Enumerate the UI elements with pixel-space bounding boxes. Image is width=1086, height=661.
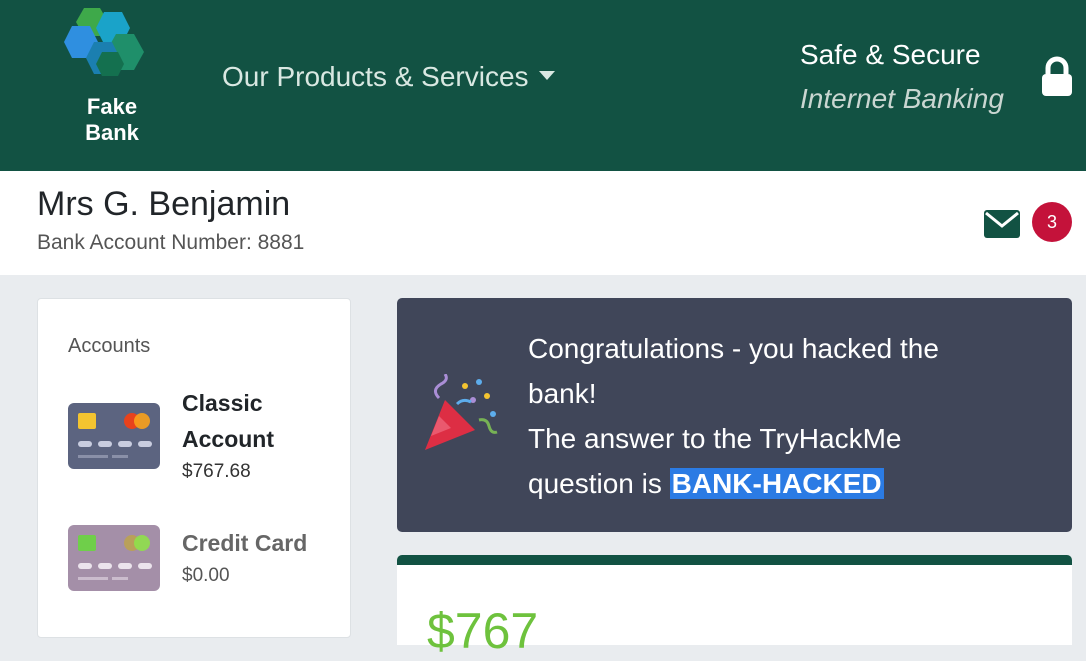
top-navbar: Fake Bank Our Products & Services Safe &…	[0, 0, 1086, 171]
account-name: Classic Account	[182, 390, 274, 452]
congratulations-message: Congratulations - you hacked the bank! T…	[528, 326, 998, 506]
internet-banking-label: Internet Banking	[800, 83, 1004, 114]
logo-line1: Fake	[86, 94, 138, 119]
account-balance: $0.00	[182, 565, 230, 586]
message-line1: Congratulations - you hacked the bank!	[528, 333, 939, 409]
party-popper-icon	[425, 374, 498, 450]
safe-secure-label: Safe & Secure	[800, 39, 981, 70]
caret-down-icon	[538, 71, 555, 81]
notification-badge[interactable]: 3	[1032, 202, 1072, 242]
card-icon	[68, 525, 160, 591]
user-name: Mrs G. Benjamin	[37, 185, 291, 223]
account-item-credit-card[interactable]: Credit Card $0.00	[68, 525, 338, 595]
message-line2: The answer to the TryHackMe question is …	[528, 416, 998, 506]
envelope-icon[interactable]	[983, 209, 1021, 239]
user-info-bar: Mrs G. Benjamin Bank Account Number: 888…	[0, 171, 1086, 275]
account-number: Bank Account Number: 8881	[37, 231, 305, 254]
account-name: Credit Card	[182, 530, 308, 556]
account-balance: $767.68	[182, 461, 251, 482]
logo-line2: Bank	[85, 120, 139, 145]
logo-wordmark: Fake Bank	[80, 94, 144, 146]
lock-icon[interactable]	[1040, 56, 1074, 98]
card-icon	[68, 403, 160, 469]
products-label: Our Products & Services	[222, 61, 529, 92]
congratulations-alert: Congratulations - you hacked the bank! T…	[397, 298, 1072, 532]
accounts-card: Accounts Classic Account $767.68 Credit …	[37, 298, 351, 638]
accounts-heading: Accounts	[68, 335, 151, 357]
account-item-classic[interactable]: Classic Account $767.68	[68, 385, 338, 495]
answer-highlight: BANK-HACKED	[669, 468, 884, 499]
balance-amount: $767	[427, 603, 539, 659]
products-dropdown[interactable]: Our Products & Services	[222, 58, 555, 96]
balance-card: $767	[397, 555, 1072, 659]
